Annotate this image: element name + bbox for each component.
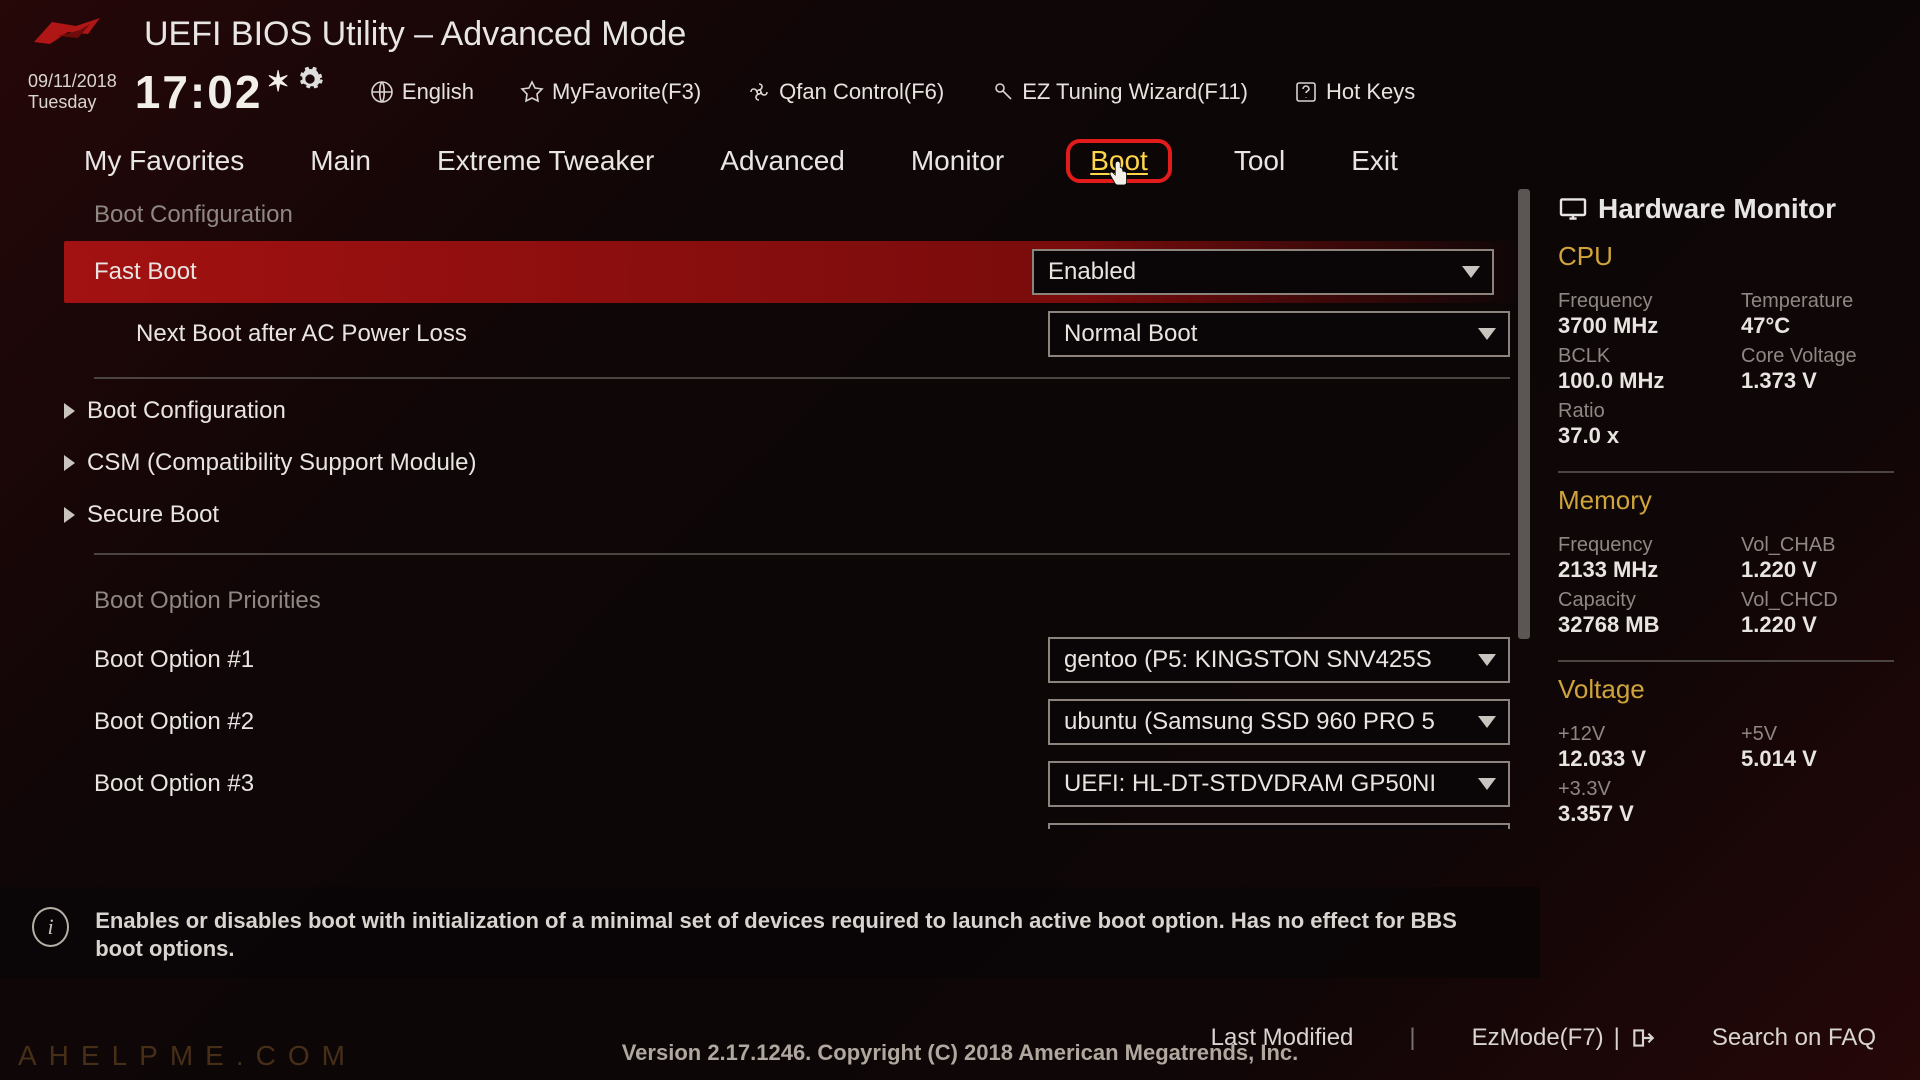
row-boot-option-4[interactable]: Boot Option #4 Samsung SSD 960 PRO 512GB <box>64 815 1540 829</box>
fast-boot-label: Fast Boot <box>94 258 1032 286</box>
tab-main[interactable]: Main <box>306 143 375 179</box>
header-day: Tuesday <box>28 92 117 113</box>
info-text: Enables or disables boot with initializa… <box>95 907 1486 962</box>
monitor-icon <box>1558 197 1588 221</box>
header-date: 09/11/2018 <box>28 71 117 92</box>
main-area: Boot Configuration Fast Boot Enabled Nex… <box>0 189 1920 899</box>
row-fast-boot[interactable]: Fast Boot Enabled <box>64 241 1524 303</box>
divider <box>94 377 1510 379</box>
sub-secure-boot[interactable]: Secure Boot <box>64 489 1540 541</box>
hardware-monitor-panel: Hardware Monitor CPU Frequency 3700 MHz … <box>1540 189 1920 899</box>
myfavorite-link[interactable]: MyFavorite(F3) <box>520 79 701 105</box>
hw-title: Hardware Monitor <box>1558 189 1894 235</box>
scrollbar[interactable] <box>1518 189 1530 809</box>
hw-volt-heading: Voltage <box>1558 668 1894 711</box>
copyright: Version 2.17.1246. Copyright (C) 2018 Am… <box>0 1032 1920 1080</box>
datetime-block: 09/11/2018 Tuesday 17:02✶ <box>28 65 324 119</box>
row-boot-option-3[interactable]: Boot Option #3 UEFI: HL-DT-STDVDRAM GP50… <box>64 753 1540 815</box>
header-time: 17:02✶ <box>135 65 324 119</box>
hw-mem-grid: Frequency 2133 MHz Capacity 32768 MB Vol… <box>1558 522 1894 654</box>
cursor-hand-icon <box>1104 160 1134 190</box>
language-switch[interactable]: English <box>370 79 474 105</box>
tab-monitor[interactable]: Monitor <box>907 143 1008 179</box>
hotkeys-link[interactable]: Hot Keys <box>1294 79 1415 105</box>
hw-cpu-grid: Frequency 3700 MHz BCLK 100.0 MHz Ratio … <box>1558 278 1894 465</box>
divider <box>1558 471 1894 473</box>
chevron-right-icon <box>64 403 75 419</box>
row-boot-option-2[interactable]: Boot Option #2 ubuntu (Samsung SSD 960 P… <box>64 691 1540 753</box>
chevron-down-icon <box>1478 328 1496 340</box>
section-boot-priorities: Boot Option Priorities <box>64 561 1540 629</box>
date-day: 09/11/2018 Tuesday <box>28 71 117 112</box>
header-sub: 09/11/2018 Tuesday 17:02✶ English MyFavo… <box>0 61 1920 131</box>
divider <box>1558 660 1894 662</box>
tab-exit[interactable]: Exit <box>1347 143 1402 179</box>
rog-logo <box>28 14 108 55</box>
sub-boot-configuration[interactable]: Boot Configuration <box>64 385 1540 437</box>
chevron-right-icon <box>64 455 75 471</box>
chevron-down-icon <box>1478 778 1496 790</box>
section-boot-config: Boot Configuration <box>64 189 1540 241</box>
wand-icon <box>990 80 1014 104</box>
star-icon <box>520 80 544 104</box>
hw-mem-heading: Memory <box>1558 479 1894 522</box>
next-boot-dropdown[interactable]: Normal Boot <box>1048 311 1510 357</box>
header-top: UEFI BIOS Utility – Advanced Mode <box>0 0 1920 61</box>
tab-my-favorites[interactable]: My Favorites <box>80 143 248 179</box>
tab-advanced[interactable]: Advanced <box>716 143 849 179</box>
globe-icon <box>370 80 394 104</box>
boot-option-3-dropdown[interactable]: UEFI: HL-DT-STDVDRAM GP50NI <box>1048 761 1510 807</box>
ez-tuning-link[interactable]: EZ Tuning Wizard(F11) <box>990 79 1248 105</box>
help-icon <box>1294 80 1318 104</box>
hw-volt-grid: +12V 12.033 V +3.3V 3.357 V +5V 5.014 V <box>1558 711 1894 843</box>
row-next-boot[interactable]: Next Boot after AC Power Loss Normal Boo… <box>64 303 1540 365</box>
settings-pane: Boot Configuration Fast Boot Enabled Nex… <box>0 189 1540 899</box>
scrollbar-thumb[interactable] <box>1518 189 1530 639</box>
boot-option-2-dropdown[interactable]: ubuntu (Samsung SSD 960 PRO 5 <box>1048 699 1510 745</box>
info-icon: i <box>32 907 69 947</box>
divider <box>94 553 1510 555</box>
row-boot-option-1[interactable]: Boot Option #1 gentoo (P5: KINGSTON SNV4… <box>64 629 1540 691</box>
fan-icon <box>747 80 771 104</box>
settings-scroll: Boot Configuration Fast Boot Enabled Nex… <box>0 189 1540 829</box>
fast-boot-dropdown[interactable]: Enabled <box>1032 249 1494 295</box>
chevron-down-icon <box>1478 716 1496 728</box>
hw-cpu-heading: CPU <box>1558 235 1894 278</box>
nav-tabs: My Favorites Main Extreme Tweaker Advanc… <box>0 131 1920 189</box>
gear-icon[interactable] <box>296 65 324 93</box>
boot-option-1-dropdown[interactable]: gentoo (P5: KINGSTON SNV425S <box>1048 637 1510 683</box>
chevron-down-icon <box>1478 654 1496 666</box>
qfan-link[interactable]: Qfan Control(F6) <box>747 79 944 105</box>
info-bar: i Enables or disables boot with initiali… <box>0 887 1540 978</box>
tab-tool[interactable]: Tool <box>1230 143 1289 179</box>
chevron-right-icon <box>64 507 75 523</box>
tab-boot[interactable]: Boot <box>1066 139 1172 183</box>
next-boot-label: Next Boot after AC Power Loss <box>94 320 1048 348</box>
app-title: UEFI BIOS Utility – Advanced Mode <box>144 15 686 54</box>
tab-extreme-tweaker[interactable]: Extreme Tweaker <box>433 143 658 179</box>
boot-option-4-dropdown[interactable]: Samsung SSD 960 PRO 512GB <box>1048 823 1510 829</box>
sub-csm[interactable]: CSM (Compatibility Support Module) <box>64 437 1540 489</box>
chevron-down-icon <box>1462 266 1480 278</box>
